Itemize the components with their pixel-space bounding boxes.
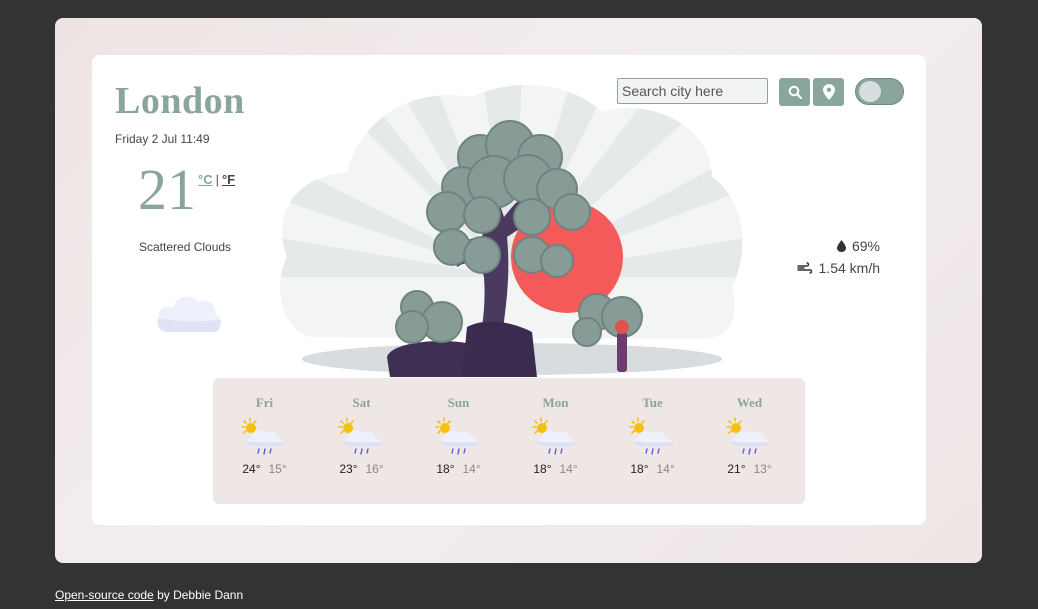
forecast-temps: 24° 15° (216, 462, 313, 476)
wind-value: 1.54 km/h (818, 260, 880, 276)
forecast-min: 14° (559, 462, 578, 476)
forecast-temps: 18° 14° (410, 462, 507, 476)
fahrenheit-link[interactable]: °F (222, 172, 235, 187)
search-button[interactable] (779, 78, 810, 106)
sun-rain-icon (628, 417, 673, 455)
weather-card: London Friday 2 Jul 11:49 21 °C | °F Scatt… (92, 55, 926, 525)
sun-rain-icon (337, 417, 382, 455)
forecast-max: 18° (533, 462, 552, 476)
app-container: London Friday 2 Jul 11:49 21 °C | °F Scatt… (55, 18, 982, 563)
wind-row: 1.54 km/h (796, 257, 880, 279)
forecast-min: 13° (753, 462, 772, 476)
forecast-day-name: Sat (352, 395, 371, 410)
forecast-temps: 23° 16° (313, 462, 410, 476)
forecast-day: Fri 24° 15° (216, 378, 313, 504)
weather-stats: 69% 1.54 km/h (796, 235, 880, 279)
forecast-day-name: Wed (736, 395, 763, 410)
temperature-value: 21 (138, 157, 196, 222)
sun-rain-icon (240, 417, 285, 455)
forecast-min: 15° (268, 462, 287, 476)
forecast-day-name: Tue (642, 395, 663, 410)
footer-credit: by Debbie Dann (153, 588, 244, 602)
city-name: London (115, 80, 245, 122)
forecast-panel: Fri 24° 15° Sat 23° 16° Sun 18° 14° Mon 18°… (213, 378, 805, 504)
unit-separator: | (215, 172, 219, 187)
unit-switcher: °C | °F (198, 172, 235, 221)
weather-description: Scattered Clouds (139, 240, 232, 254)
forecast-day: Tue 18° 14° (604, 378, 701, 504)
humidity-value: 69% (851, 238, 880, 254)
forecast-day-name: Sun (447, 395, 470, 410)
forecast-min: 14° (462, 462, 481, 476)
footer: Open-source code by Debbie Dann (55, 588, 243, 602)
wind-icon (796, 262, 812, 274)
sun-rain-icon (725, 417, 770, 455)
search-icon (788, 85, 802, 99)
forecast-max: 24° (242, 462, 261, 476)
forecast-max: 23° (339, 462, 358, 476)
search-input[interactable] (617, 78, 768, 104)
forecast-max: 18° (436, 462, 455, 476)
forecast-temps: 21° 13° (701, 462, 798, 476)
forecast-max: 18° (630, 462, 649, 476)
celsius-link[interactable]: °C (198, 172, 213, 187)
humidity-row: 69% (797, 235, 880, 257)
current-location-button[interactable] (813, 78, 844, 106)
sun-rain-icon (434, 417, 479, 455)
humidity-drop-icon (836, 240, 846, 252)
forecast-day: Wed 21° 13° (701, 378, 798, 504)
theme-toggle[interactable] (855, 78, 904, 105)
source-code-link[interactable]: Open-source code (55, 588, 154, 602)
location-pin-icon (822, 84, 835, 100)
forecast-temps: 18° 14° (604, 462, 701, 476)
forecast-day: Sun 18° 14° (410, 378, 507, 504)
forecast-min: 16° (365, 462, 384, 476)
tree-illustration (280, 85, 743, 377)
toggle-knob (859, 81, 881, 102)
forecast-day-name: Fri (255, 395, 274, 410)
cloud-icon (157, 296, 221, 332)
forecast-day: Mon 18° 14° (507, 378, 604, 504)
forecast-day: Sat 23° 16° (313, 378, 410, 504)
sun-rain-icon (531, 417, 576, 455)
forecast-day-name: Mon (542, 395, 569, 410)
forecast-max: 21° (727, 462, 746, 476)
forecast-min: 14° (656, 462, 675, 476)
forecast-temps: 18° 14° (507, 462, 604, 476)
current-date: Friday 2 Jul 11:49 (115, 132, 210, 146)
temperature-display: 21 °C | °F (138, 159, 235, 221)
